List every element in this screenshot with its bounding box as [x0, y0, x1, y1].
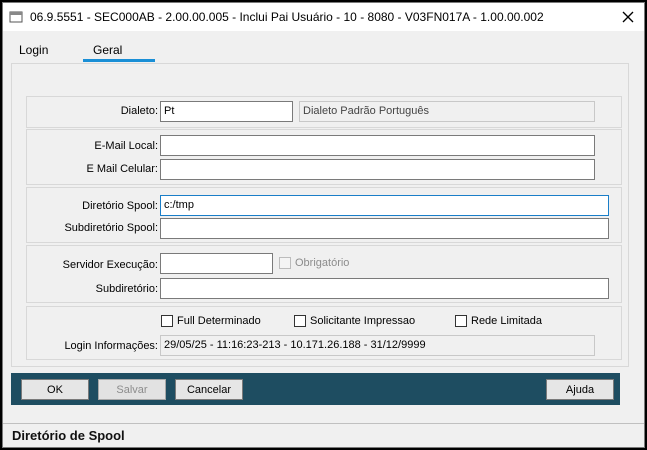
email-local-field[interactable] — [160, 135, 595, 156]
active-tab-indicator — [83, 59, 155, 62]
full-determinado-checkbox[interactable]: Full Determinado — [161, 315, 261, 327]
rede-limitada-label: Rede Limitada — [471, 315, 542, 327]
close-icon[interactable] — [620, 9, 636, 25]
tab-login[interactable]: Login — [19, 43, 48, 57]
cancelar-button[interactable]: Cancelar — [175, 379, 243, 400]
full-determinado-checkbox-box — [161, 315, 173, 327]
email-local-label: E-Mail Local: — [94, 140, 158, 152]
salvar-button[interactable]: Salvar — [98, 379, 166, 400]
obrigatorio-checkbox-box — [279, 257, 291, 269]
login-info-label: Login Informações: — [64, 340, 158, 352]
section-servidor: Servidor Execução: Obrigatório Subdiretó… — [26, 245, 622, 303]
dialeto-description-field: Dialeto Padrão Português — [299, 101, 595, 122]
spool-subdir-label: Subdiretório Spool: — [64, 222, 158, 234]
obrigatorio-checkbox[interactable]: Obrigatório — [279, 257, 349, 269]
rede-limitada-checkbox-box — [455, 315, 467, 327]
dialeto-field[interactable]: Pt — [160, 101, 293, 122]
obrigatorio-label: Obrigatório — [295, 257, 350, 269]
login-info-field: 29/05/25 - 11:16:23-213 - 10.171.26.188 … — [160, 335, 595, 356]
solicitante-impressao-checkbox[interactable]: Solicitante Impressao — [294, 315, 415, 327]
button-toolbar: OK Salvar Cancelar Ajuda — [11, 373, 620, 405]
app-window-icon — [9, 10, 23, 24]
servidor-subdir-field[interactable] — [160, 278, 609, 299]
spool-subdir-field[interactable] — [160, 218, 609, 239]
ok-button[interactable]: OK — [21, 379, 89, 400]
status-bar: Diretório de Spool — [3, 423, 644, 447]
email-celular-label: E Mail Celular: — [86, 163, 158, 175]
tab-content-geral: Dialeto: Pt Dialeto Padrão Português E-M… — [11, 63, 629, 367]
section-spool: Diretório Spool: c:/tmp Subdiretório Spo… — [26, 187, 622, 243]
rede-limitada-checkbox[interactable]: Rede Limitada — [455, 315, 542, 327]
section-email: E-Mail Local: E Mail Celular: — [26, 129, 622, 185]
solicitante-impressao-label: Solicitante Impressao — [310, 315, 416, 327]
servidor-exec-field[interactable] — [160, 253, 273, 274]
ajuda-button[interactable]: Ajuda — [546, 379, 614, 400]
tab-geral[interactable]: Geral — [93, 43, 122, 57]
full-determinado-label: Full Determinado — [177, 315, 261, 327]
email-celular-field[interactable] — [160, 159, 595, 180]
title-bar: 06.9.5551 - SEC000AB - 2.00.00.005 - Inc… — [3, 3, 644, 31]
dialog-window: 06.9.5551 - SEC000AB - 2.00.00.005 - Inc… — [2, 2, 645, 448]
section-opcoes: Full Determinado Solicitante Impressao R… — [26, 306, 622, 360]
window-title: 06.9.5551 - SEC000AB - 2.00.00.005 - Inc… — [30, 10, 544, 24]
spool-dir-label: Diretório Spool: — [82, 200, 158, 212]
solicitante-impressao-checkbox-box — [294, 315, 306, 327]
tab-strip: Login Geral — [3, 37, 644, 65]
servidor-subdir-label: Subdiretório: — [95, 283, 158, 295]
spool-dir-field[interactable]: c:/tmp — [160, 195, 609, 216]
servidor-exec-label: Servidor Execução: — [62, 259, 158, 271]
dialeto-label: Dialeto: — [120, 105, 158, 117]
section-dialeto: Dialeto: Pt Dialeto Padrão Português — [26, 96, 622, 128]
status-text: Diretório de Spool — [12, 428, 125, 443]
